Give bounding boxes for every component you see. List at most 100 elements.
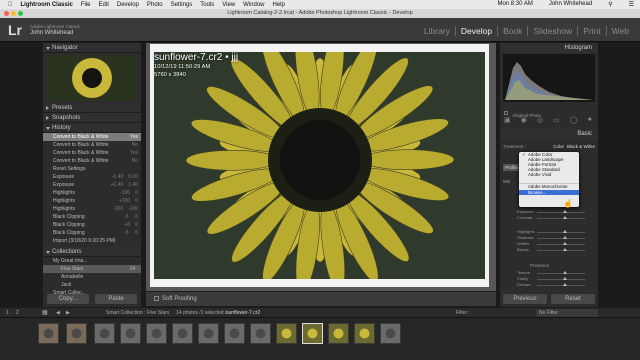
filmstrip-thumbnail[interactable]	[224, 323, 245, 344]
slider-track[interactable]	[537, 212, 585, 213]
back-arrow-icon[interactable]: ◀	[56, 308, 60, 318]
collection-item[interactable]: Five Stars 14	[43, 265, 141, 273]
slider-knob[interactable]	[563, 236, 567, 239]
collection-item[interactable]: My Great Ima...	[43, 257, 141, 265]
history-item[interactable]: Highlights +100 0	[43, 197, 141, 205]
history-item[interactable]: Highlights -100 -100	[43, 205, 141, 213]
filmstrip-thumbnail[interactable]	[66, 323, 87, 344]
history-item[interactable]: Black Clipping -5 -5	[43, 213, 141, 221]
menu-file[interactable]: File	[81, 2, 91, 8]
snapshots-header[interactable]: Snapshots	[43, 113, 141, 123]
menu-help[interactable]: Help	[273, 2, 285, 8]
clock[interactable]: Mon 8:30 AM	[497, 1, 532, 8]
close-window-icon[interactable]	[4, 11, 9, 16]
menu-edit[interactable]: Edit	[99, 2, 109, 8]
menu-photo[interactable]: Photo	[147, 2, 163, 8]
history-item[interactable]: Convert to Black & White Yes	[43, 133, 141, 141]
history-item[interactable]: Exposure +1.40 1.40	[43, 181, 141, 189]
history-item[interactable]: Black Clipping +5 0	[43, 221, 141, 229]
red-eye-icon[interactable]: ◎	[537, 116, 543, 124]
treatment-color[interactable]: Color	[553, 144, 564, 149]
page-1[interactable]: 1	[6, 308, 9, 318]
slider-track[interactable]	[537, 273, 585, 274]
menu-settings[interactable]: Settings	[171, 2, 193, 8]
collections-header[interactable]: Collections	[43, 247, 141, 257]
collection-item[interactable]: Jack	[43, 281, 141, 289]
menu-app[interactable]: Lightroom Classic	[21, 2, 73, 8]
menu-develop[interactable]: Develop	[117, 2, 139, 8]
history-item[interactable]: Convert to Black & White Yes	[43, 149, 141, 157]
paste-button[interactable]: Paste	[95, 294, 137, 304]
photo-frame[interactable]	[150, 44, 489, 287]
slider-knob[interactable]	[563, 216, 567, 219]
copy-button[interactable]: Copy...	[47, 294, 89, 304]
profile-option[interactable]: Browse...	[519, 189, 579, 195]
module-web[interactable]: Web	[607, 26, 634, 36]
histogram-header[interactable]: Histogram	[500, 43, 598, 53]
page-2[interactable]: 2	[16, 308, 19, 318]
histogram[interactable]	[503, 54, 595, 102]
graduated-filter-icon[interactable]: ▭	[553, 116, 560, 124]
module-print[interactable]: Print	[578, 26, 607, 36]
slider-track[interactable]	[537, 238, 585, 239]
history-item[interactable]: Import (3/18/20 9:20:25 PM)	[43, 237, 141, 245]
slider-knob[interactable]	[563, 277, 567, 280]
slider-track[interactable]	[537, 285, 585, 286]
search-icon[interactable]: ⚲	[608, 1, 612, 8]
crop-tool-icon[interactable]: ▣	[504, 116, 511, 124]
menu-window[interactable]: Window	[243, 2, 264, 8]
basic-header[interactable]: Basic	[500, 129, 598, 139]
navigator-header[interactable]: Navigator	[43, 43, 141, 53]
navigator-preview[interactable]	[47, 55, 137, 101]
filmstrip-thumbnail[interactable]	[276, 323, 297, 344]
module-book[interactable]: Book	[498, 26, 529, 36]
filmstrip-thumbnail[interactable]	[120, 323, 141, 344]
filmstrip-thumbnail[interactable]	[250, 323, 271, 344]
module-slideshow[interactable]: Slideshow	[528, 26, 579, 36]
history-header[interactable]: History	[43, 123, 141, 133]
slider-track[interactable]	[537, 250, 585, 251]
filmstrip-thumbnail[interactable]	[380, 323, 401, 344]
module-develop[interactable]: Develop	[456, 26, 499, 36]
slider-knob[interactable]	[563, 230, 567, 233]
brush-icon[interactable]: ●	[588, 116, 592, 124]
forward-arrow-icon[interactable]: ▶	[66, 308, 70, 318]
menu-tools[interactable]: Tools	[200, 2, 214, 8]
filmstrip-thumbnail[interactable]	[38, 323, 59, 344]
history-item[interactable]: Convert to Black & White No	[43, 157, 141, 165]
module-library[interactable]: Library	[419, 26, 456, 36]
slider-track[interactable]	[537, 232, 585, 233]
filmstrip-thumbnail[interactable]	[198, 323, 219, 344]
soft-proofing-checkbox[interactable]	[154, 295, 159, 301]
slider-knob[interactable]	[563, 242, 567, 245]
grid-view-icon[interactable]: ▦	[42, 308, 48, 318]
history-item[interactable]: Reset Settings	[43, 165, 141, 173]
menu-view[interactable]: View	[222, 2, 235, 8]
spot-removal-icon[interactable]: ◉	[521, 116, 527, 124]
filmstrip-source[interactable]: Smart Collection : Five Stars	[106, 308, 169, 318]
reset-button[interactable]: Reset	[551, 294, 595, 304]
filmstrip-thumbnail[interactable]	[354, 323, 375, 344]
slider-knob[interactable]	[563, 283, 567, 286]
original-photo-checkbox[interactable]	[504, 110, 508, 115]
history-item[interactable]: Black Clipping -5 -5	[43, 229, 141, 237]
history-item[interactable]: Exposure -1.40 0.00	[43, 173, 141, 181]
slider-track[interactable]	[537, 218, 585, 219]
radial-filter-icon[interactable]: ◯	[570, 116, 578, 124]
apple-icon[interactable]: 	[8, 2, 13, 8]
menu-list-icon[interactable]: ☰	[629, 1, 634, 8]
profile-option[interactable]: Adobe Vivid	[519, 172, 579, 177]
history-item[interactable]: Highlights -100 0	[43, 189, 141, 197]
previous-button[interactable]: Previous	[503, 294, 547, 304]
filter-select[interactable]: No Filter	[536, 309, 598, 317]
filmstrip-thumbnail[interactable]	[172, 323, 193, 344]
minimize-window-icon[interactable]	[11, 11, 16, 16]
collection-item[interactable]: Annabelle	[43, 273, 141, 281]
user-menu[interactable]: John Whitehead	[549, 1, 592, 8]
treatment-bw[interactable]: Black & White	[567, 144, 595, 149]
slider-track[interactable]	[537, 279, 585, 280]
slider-knob[interactable]	[563, 248, 567, 251]
filmstrip-thumbnail[interactable]	[302, 323, 323, 344]
filmstrip-thumbnail[interactable]	[328, 323, 349, 344]
history-item[interactable]: Convert to Black & White No	[43, 141, 141, 149]
